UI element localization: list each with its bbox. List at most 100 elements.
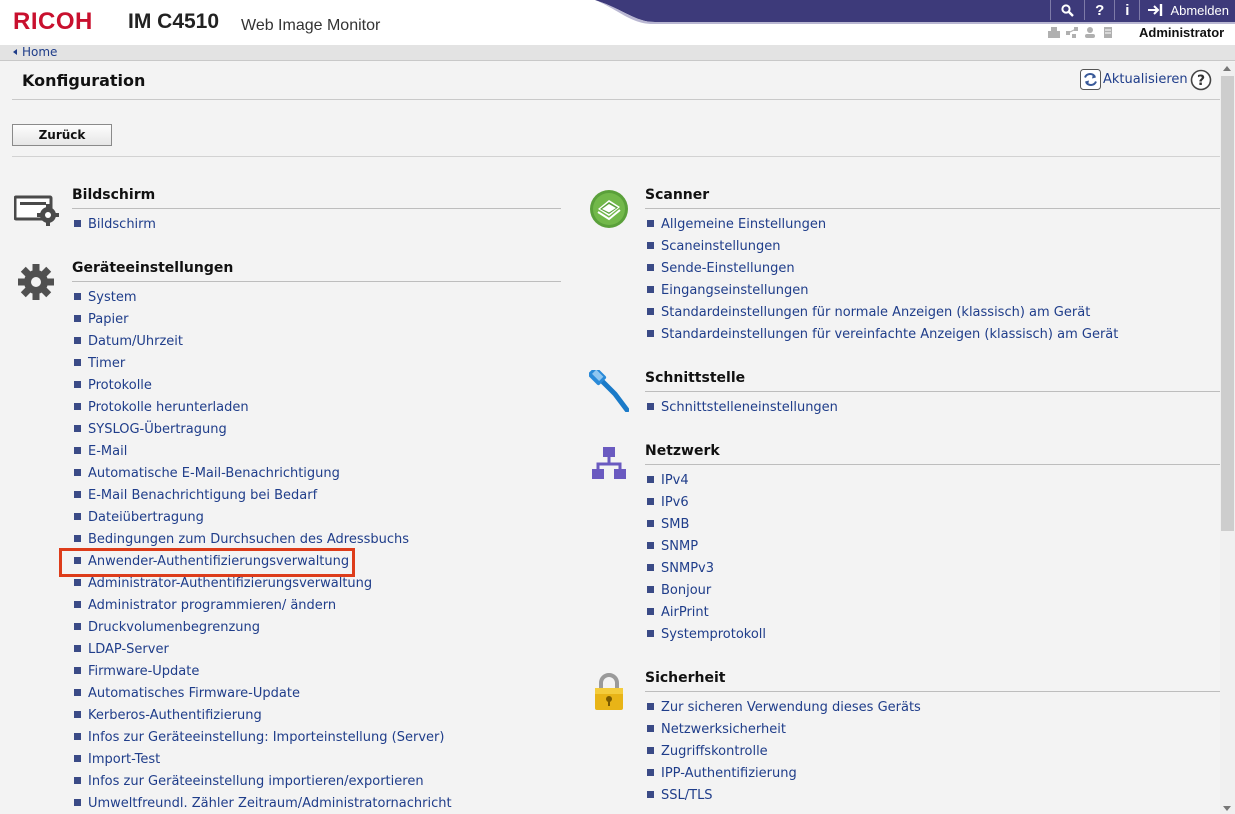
section-rule — [645, 391, 1220, 392]
scrollbar-thumb[interactable] — [1221, 76, 1234, 531]
settings-link[interactable]: Bedingungen zum Durchsuchen des Adressbu… — [74, 532, 409, 548]
link-label: Kerberos-Authentifizierung — [88, 708, 262, 723]
settings-link[interactable]: SNMP — [647, 539, 698, 555]
settings-link[interactable]: SYSLOG-Übertragung — [74, 422, 227, 438]
link-label: IPv6 — [661, 495, 689, 510]
bullet-icon — [74, 403, 81, 410]
bullet-icon — [74, 733, 81, 740]
info-button[interactable]: i — [1114, 0, 1139, 20]
link-label: Allgemeine Einstellungen — [661, 217, 827, 232]
link-label: Firmware-Update — [88, 664, 200, 679]
settings-link[interactable]: Systemprotokoll — [647, 627, 766, 643]
refresh-button[interactable]: Aktualisieren — [1080, 69, 1188, 90]
padlock-icon — [595, 673, 623, 710]
back-button[interactable]: Zurück — [12, 124, 112, 146]
link-label: SMB — [661, 517, 690, 532]
device-model: IM C4510 — [128, 10, 220, 33]
settings-link[interactable]: Zugriffskontrolle — [647, 744, 768, 760]
link-label: SNMPv3 — [661, 561, 714, 576]
settings-link[interactable]: Firmware-Update — [74, 664, 199, 680]
link-label: Sende-Einstellungen — [661, 261, 795, 276]
scroll-down-arrow-icon[interactable] — [1223, 806, 1231, 811]
search-button[interactable] — [1050, 0, 1084, 20]
ricoh-logo: RICOH — [13, 8, 93, 35]
settings-link[interactable]: Import-Test — [74, 752, 160, 768]
settings-link[interactable]: Eingangseinstellungen — [647, 283, 808, 299]
settings-link[interactable]: Papier — [74, 312, 128, 328]
settings-link[interactable]: IPP-Authentifizierung — [647, 766, 797, 782]
logout-button[interactable]: Abmelden — [1139, 0, 1235, 20]
settings-link[interactable]: IPv6 — [647, 495, 689, 511]
link-label: Administrator programmieren/ ändern — [88, 598, 337, 613]
settings-link[interactable]: Zur sicheren Verwendung dieses Geräts — [647, 700, 921, 716]
settings-link[interactable]: AirPrint — [647, 605, 709, 621]
link-label: Eingangseinstellungen — [661, 283, 809, 298]
settings-link[interactable]: IPv4 — [647, 473, 689, 489]
settings-link[interactable]: Bonjour — [647, 583, 711, 599]
link-label: Netzwerksicherheit — [661, 722, 786, 737]
link-label: Dateiübertragung — [88, 510, 204, 525]
vertical-scrollbar[interactable] — [1220, 62, 1235, 814]
settings-link[interactable]: Standardeinstellungen für vereinfachte A… — [647, 327, 1118, 343]
link-label: Datum/Uhrzeit — [88, 334, 183, 349]
bullet-icon — [74, 645, 81, 652]
bullet-icon — [647, 220, 654, 227]
settings-link[interactable]: Allgemeine Einstellungen — [647, 217, 826, 233]
settings-link[interactable]: LDAP-Server — [74, 642, 169, 658]
refresh-icon — [1080, 69, 1101, 90]
settings-link[interactable]: Timer — [74, 356, 125, 372]
settings-link[interactable]: System — [74, 290, 136, 306]
bullet-icon — [74, 381, 81, 388]
settings-link[interactable]: E-Mail Benachrichtigung bei Bedarf — [74, 488, 317, 504]
bullet-icon — [74, 315, 81, 322]
settings-link[interactable]: Standardeinstellungen für normale Anzeig… — [647, 305, 1090, 321]
settings-link[interactable]: Infos zur Geräteeinstellung: Importeinst… — [74, 730, 444, 746]
link-bildschirm[interactable]: Bildschirm — [74, 217, 156, 233]
home-link[interactable]: Home — [13, 45, 57, 60]
link-label: Infos zur Geräteeinstellung: Importeinst… — [88, 730, 445, 745]
bullet-icon — [74, 579, 81, 586]
settings-link[interactable]: Automatische E-Mail-Benachrichtigung — [74, 466, 340, 482]
settings-link[interactable]: Automatisches Firmware-Update — [74, 686, 300, 702]
bullet-icon — [647, 630, 654, 637]
settings-link[interactable]: Scaneinstellungen — [647, 239, 781, 255]
settings-link[interactable]: Protokolle — [74, 378, 152, 394]
settings-link[interactable]: SNMPv3 — [647, 561, 714, 577]
settings-link[interactable]: Administrator programmieren/ ändern — [74, 598, 336, 614]
bullet-icon — [647, 308, 654, 315]
settings-link[interactable]: Schnittstelleneinstellungen — [647, 400, 838, 416]
settings-link[interactable]: SMB — [647, 517, 689, 533]
settings-link[interactable]: Netzwerksicherheit — [647, 722, 786, 738]
link-label: Zur sicheren Verwendung dieses Geräts — [661, 700, 921, 715]
settings-link[interactable]: Kerberos-Authentifizierung — [74, 708, 262, 724]
page-help-icon[interactable]: ? — [1190, 69, 1212, 91]
link-label: Timer — [88, 356, 126, 371]
scroll-up-arrow-icon[interactable] — [1223, 66, 1231, 71]
settings-link[interactable]: E-Mail — [74, 444, 127, 460]
search-icon — [1061, 3, 1074, 17]
settings-link[interactable]: Administrator-Authentifizierungsverwaltu… — [74, 576, 372, 592]
settings-link[interactable]: Protokolle herunterladen — [74, 400, 249, 416]
current-user: Administrator — [1139, 25, 1225, 40]
link-label: E-Mail — [88, 444, 128, 459]
logout-icon — [1148, 4, 1163, 16]
settings-link[interactable]: Sende-Einstellungen — [647, 261, 795, 277]
link-label: Bildschirm — [88, 217, 156, 232]
settings-link[interactable]: Infos zur Geräteeinstellung importieren/… — [74, 774, 424, 790]
logout-label: Abmelden — [1170, 2, 1229, 18]
settings-link[interactable]: Datum/Uhrzeit — [74, 334, 183, 350]
bullet-icon — [647, 403, 654, 410]
link-label: Druckvolumenbegrenzung — [88, 620, 261, 635]
bullet-icon — [647, 542, 654, 549]
link-label: Infos zur Geräteeinstellung importieren/… — [88, 774, 424, 789]
app-header: RICOH IM C4510 Web Image Monitor ? i Abm… — [0, 0, 1235, 45]
settings-link[interactable]: SSL/TLS — [647, 788, 713, 804]
settings-link[interactable]: Dateiübertragung — [74, 510, 204, 526]
bullet-icon — [647, 564, 654, 571]
settings-link[interactable]: Druckvolumenbegrenzung — [74, 620, 260, 636]
settings-link[interactable]: Umweltfreundl. Zähler Zeitraum/Administr… — [74, 796, 452, 812]
help-button[interactable]: ? — [1084, 0, 1114, 20]
breadcrumb: Home — [0, 45, 1235, 61]
bullet-icon — [74, 491, 81, 498]
link-label: SNMP — [661, 539, 699, 554]
